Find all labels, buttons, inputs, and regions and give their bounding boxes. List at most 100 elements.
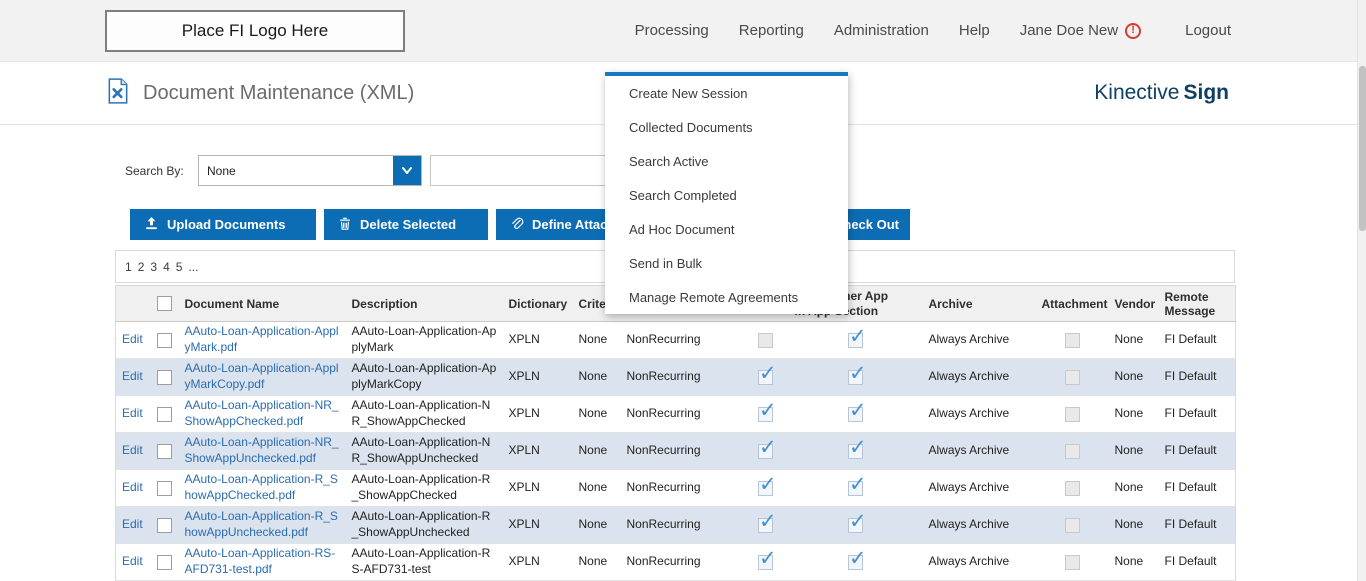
col-document-name[interactable]: Document Name <box>179 286 346 322</box>
page-link-more[interactable]: ... <box>188 260 198 274</box>
attachment-checkbox[interactable] <box>1065 407 1080 422</box>
scrollbar-thumb[interactable] <box>1359 66 1366 231</box>
nav-reporting[interactable]: Reporting <box>739 22 804 39</box>
document-name-link[interactable]: AAuto-Loan-Application-ApplyMarkCopy.pdf <box>185 361 339 391</box>
esignable-checkbox[interactable] <box>758 333 773 348</box>
vendor-cell: None <box>1109 544 1159 581</box>
page-title: Document Maintenance (XML) <box>143 82 414 105</box>
attachment-checkbox[interactable] <box>1065 481 1080 496</box>
show-other-app-checkbox[interactable] <box>848 370 863 385</box>
edit-link[interactable]: Edit <box>122 332 143 346</box>
document-name-link[interactable]: AAuto-Loan-Application-R_ShowAppChecked.… <box>185 472 338 502</box>
edit-link[interactable]: Edit <box>122 517 143 531</box>
page-link-3[interactable]: 3 <box>150 260 157 274</box>
remote-message-cell: FI Default <box>1159 396 1236 433</box>
show-other-app-checkbox[interactable] <box>848 555 863 570</box>
menu-item-ad-hoc-document[interactable]: Ad Hoc Document <box>605 212 848 246</box>
document-name-link[interactable]: AAuto-Loan-Application-RS-AFD731-test.pd… <box>185 546 336 576</box>
esignable-checkbox[interactable] <box>758 481 773 496</box>
attachment-checkbox[interactable] <box>1065 370 1080 385</box>
page-link-1[interactable]: 1 <box>125 260 132 274</box>
alert-icon[interactable]: ! <box>1125 23 1141 39</box>
nav-help[interactable]: Help <box>959 22 990 39</box>
brand-regular: Kinective <box>1094 81 1179 104</box>
table-row: Edit AAuto-Loan-Application-NR_ShowAppUn… <box>116 433 1236 470</box>
table-row: Edit AAuto-Loan-Application-RS-AFD731-te… <box>116 544 1236 581</box>
document-name-link[interactable]: AAuto-Loan-Application-NR_ShowAppChecked… <box>185 398 339 428</box>
paperclip-icon <box>510 216 524 234</box>
esignable-checkbox[interactable] <box>758 370 773 385</box>
attachment-checkbox[interactable] <box>1065 518 1080 533</box>
esignable-checkbox[interactable] <box>758 555 773 570</box>
document-name-link[interactable]: AAuto-Loan-Application-ApplyMark.pdf <box>185 324 339 354</box>
vendor-cell: None <box>1109 433 1159 470</box>
esignable-checkbox[interactable] <box>758 444 773 459</box>
search-by-label: Search By: <box>125 164 187 178</box>
menu-item-collected-documents[interactable]: Collected Documents <box>605 110 848 144</box>
edit-link[interactable]: Edit <box>122 554 143 568</box>
edit-link[interactable]: Edit <box>122 443 143 457</box>
col-dictionary[interactable]: Dictionary <box>503 286 573 322</box>
show-other-app-checkbox[interactable] <box>848 518 863 533</box>
row-checkbox[interactable] <box>157 407 172 422</box>
nav-user-menu[interactable]: Jane Doe New ! <box>1020 22 1141 39</box>
criteria-cell: None <box>573 433 621 470</box>
type-cell: NonRecurring <box>621 470 743 507</box>
type-cell: NonRecurring <box>621 433 743 470</box>
page-scrollbar[interactable] <box>1357 0 1366 581</box>
dropdown-arrow-button[interactable] <box>393 156 421 185</box>
col-description[interactable]: Description <box>346 286 503 322</box>
show-other-app-checkbox[interactable] <box>848 481 863 496</box>
attachment-checkbox[interactable] <box>1065 555 1080 570</box>
search-by-dropdown[interactable]: None <box>198 155 422 186</box>
menu-item-manage-remote-agreements[interactable]: Manage Remote Agreements <box>605 280 848 314</box>
menu-item-search-active[interactable]: Search Active <box>605 144 848 178</box>
esignable-checkbox[interactable] <box>758 518 773 533</box>
nav-administration[interactable]: Administration <box>834 22 929 39</box>
upload-documents-button[interactable]: Upload Documents <box>130 209 316 240</box>
document-name-link[interactable]: AAuto-Loan-Application-NR_ShowAppUncheck… <box>185 435 339 465</box>
col-archive[interactable]: Archive <box>923 286 1036 322</box>
page-link-5[interactable]: 5 <box>176 260 183 274</box>
show-other-app-checkbox[interactable] <box>848 333 863 348</box>
edit-link[interactable]: Edit <box>122 369 143 383</box>
row-checkbox[interactable] <box>157 444 172 459</box>
menu-item-search-completed[interactable]: Search Completed <box>605 178 848 212</box>
nav-processing[interactable]: Processing <box>635 22 709 39</box>
edit-link[interactable]: Edit <box>122 406 143 420</box>
row-checkbox[interactable] <box>157 555 172 570</box>
col-remote-message[interactable]: Remote Message <box>1159 286 1236 322</box>
brand-bold: Sign <box>1184 81 1230 104</box>
description-cell: AAuto-Loan-Application-RS-AFD731-test <box>346 544 503 581</box>
attachment-checkbox[interactable] <box>1065 333 1080 348</box>
archive-cell: Always Archive <box>923 359 1036 396</box>
row-checkbox[interactable] <box>157 518 172 533</box>
page-link-2[interactable]: 2 <box>138 260 145 274</box>
row-checkbox[interactable] <box>157 370 172 385</box>
description-cell: AAuto-Loan-Application-ApplyMarkCopy <box>346 359 503 396</box>
page-link-4[interactable]: 4 <box>163 260 170 274</box>
attachment-checkbox[interactable] <box>1065 444 1080 459</box>
show-other-app-checkbox[interactable] <box>848 407 863 422</box>
table-row: Edit AAuto-Loan-Application-ApplyMarkCop… <box>116 359 1236 396</box>
brand-logo: KinectiveSign <box>1094 81 1229 105</box>
menu-item-send-in-bulk[interactable]: Send in Bulk <box>605 246 848 280</box>
table-row: Edit AAuto-Loan-Application-R_ShowAppUnc… <box>116 507 1236 544</box>
edit-link[interactable]: Edit <box>122 480 143 494</box>
row-checkbox[interactable] <box>157 333 172 348</box>
row-checkbox[interactable] <box>157 481 172 496</box>
remote-message-cell: FI Default <box>1159 433 1236 470</box>
archive-cell: Always Archive <box>923 507 1036 544</box>
col-vendor[interactable]: Vendor <box>1109 286 1159 322</box>
archive-cell: Always Archive <box>923 396 1036 433</box>
title-wrap: Document Maintenance (XML) <box>105 78 414 109</box>
select-all-checkbox[interactable] <box>157 296 172 311</box>
show-other-app-checkbox[interactable] <box>848 444 863 459</box>
menu-item-create-new-session[interactable]: Create New Session <box>605 76 848 110</box>
col-attachment[interactable]: Attachment <box>1036 286 1109 322</box>
nav-logout[interactable]: Logout <box>1185 22 1231 39</box>
description-cell: AAuto-Loan-Application-R_ShowAppUnchecke… <box>346 507 503 544</box>
document-name-link[interactable]: AAuto-Loan-Application-R_ShowAppUnchecke… <box>185 509 338 539</box>
delete-selected-button[interactable]: Delete Selected <box>324 209 488 240</box>
esignable-checkbox[interactable] <box>758 407 773 422</box>
